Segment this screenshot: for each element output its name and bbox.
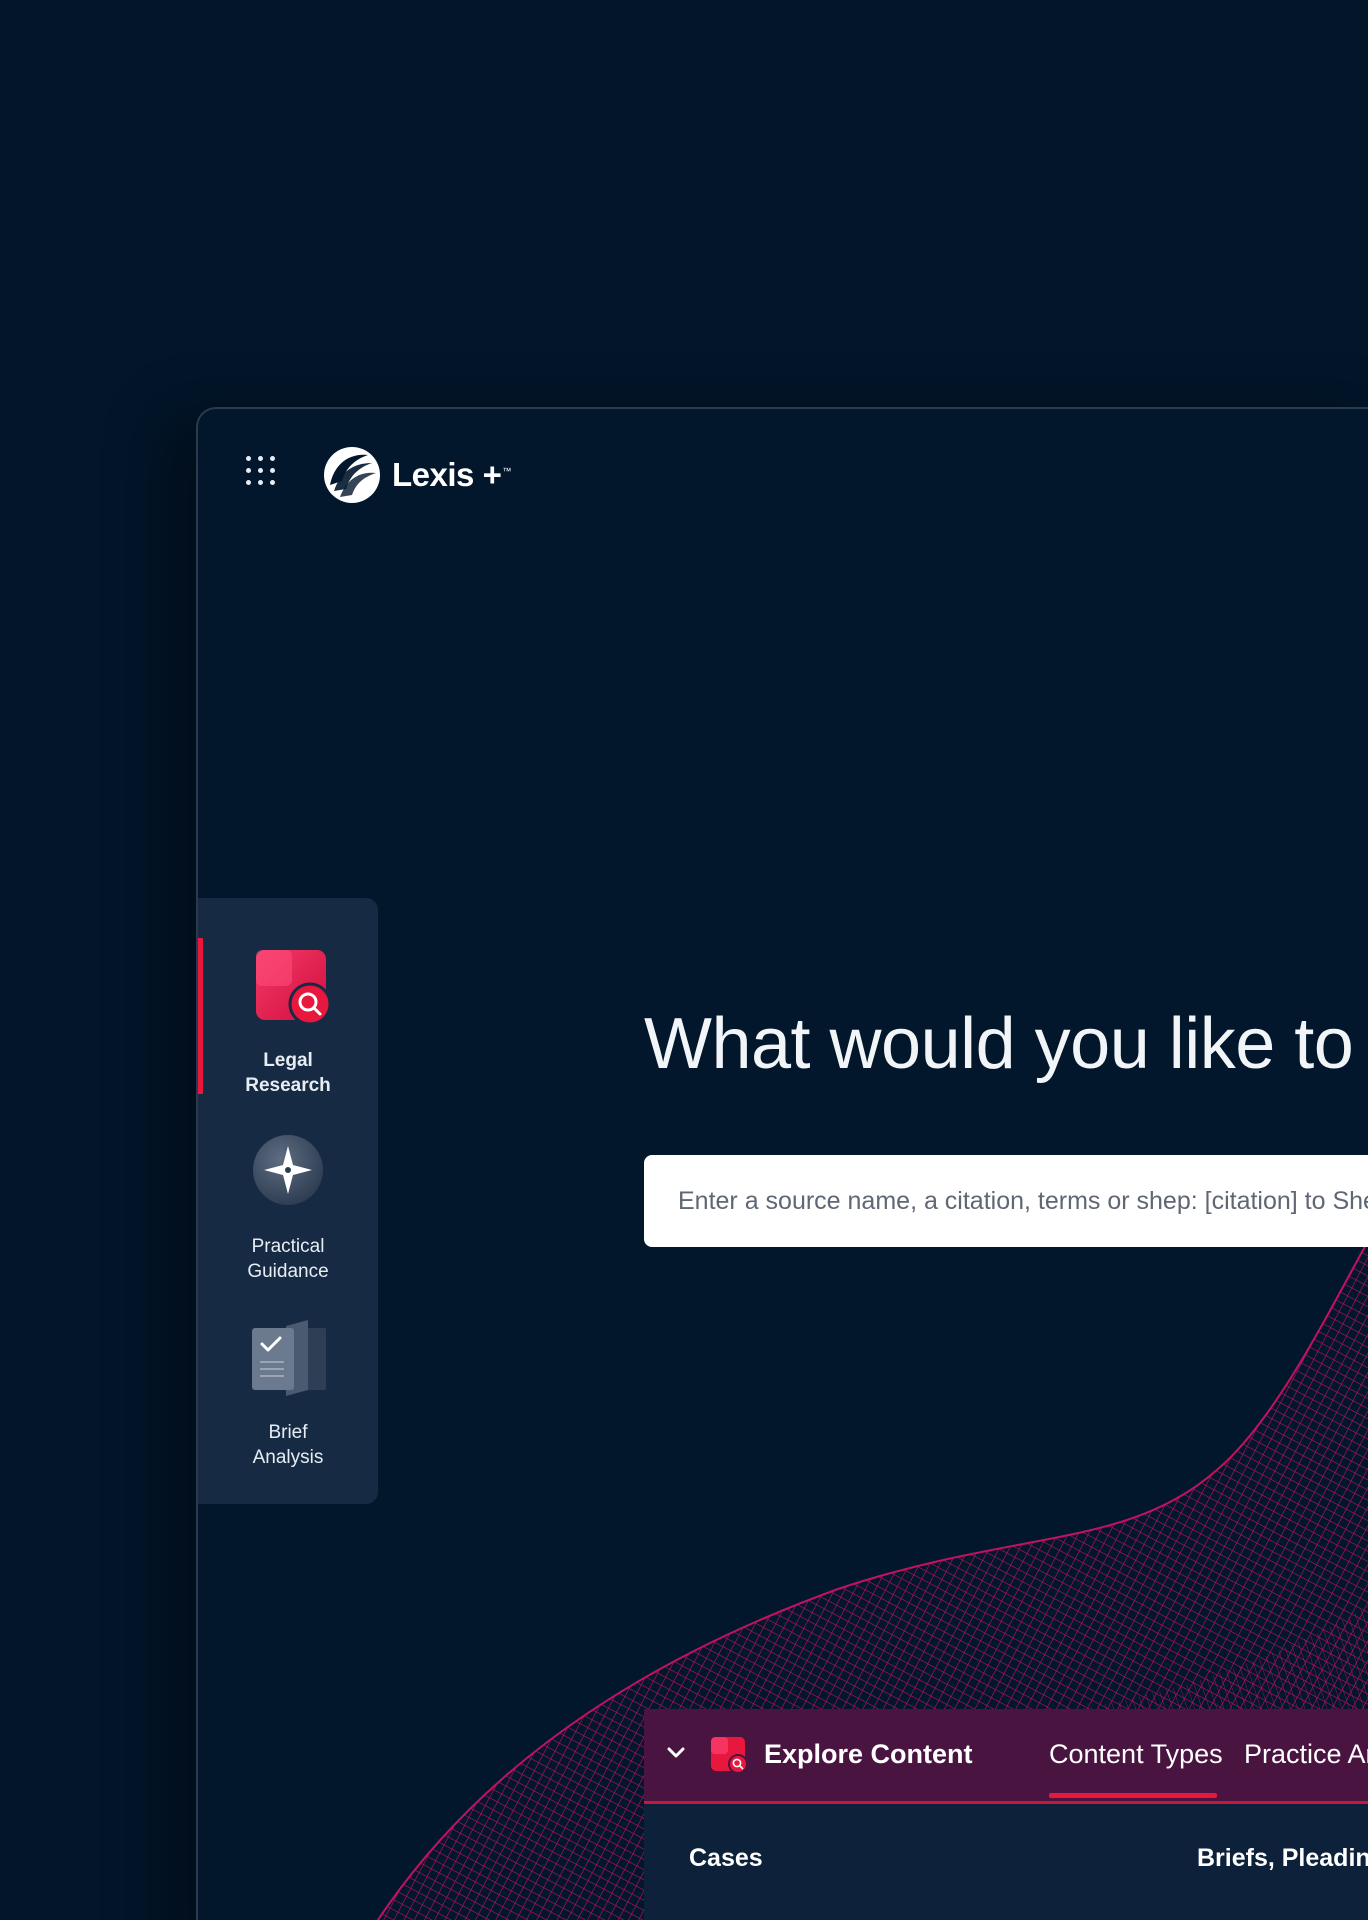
- tab-content-types[interactable]: Content Types: [1049, 1739, 1223, 1770]
- selected-tab-indicator: [1049, 1793, 1217, 1798]
- sidebar-item-practical-guidance[interactable]: Practical Guidance: [198, 1126, 378, 1296]
- compass-star-icon: [253, 1135, 323, 1205]
- chevron-down-icon[interactable]: [664, 1740, 688, 1764]
- page-headline: What would you like to research today?: [644, 1004, 1368, 1084]
- tab-practice-areas[interactable]: Practice Areas: [1244, 1739, 1368, 1770]
- app-grid-icon[interactable]: [246, 456, 276, 486]
- search-input[interactable]: [644, 1155, 1368, 1247]
- sidebar-label-legal-research: Legal Research: [245, 1050, 331, 1096]
- legal-research-icon: [256, 950, 330, 1024]
- lexis-plus-logo[interactable]: Lexis +™: [322, 443, 511, 507]
- search-box[interactable]: [644, 1155, 1368, 1247]
- top-bar: Lexis +™: [198, 409, 1368, 519]
- explore-link-briefs-pleadings[interactable]: Briefs, Pleadings and Motions: [1197, 1844, 1368, 1873]
- explore-content-panel: Cases Briefs, Pleadings and Motions: [644, 1804, 1368, 1920]
- sidebar-item-legal-research[interactable]: Legal Research: [198, 938, 378, 1108]
- page-background: Lexis +™ Legal Research Practical Guidan…: [0, 0, 1368, 1920]
- explore-content-title: Explore Content: [764, 1739, 973, 1769]
- explore-content-bar: Explore Content Content Types Practice A…: [644, 1709, 1368, 1804]
- explore-link-cases[interactable]: Cases: [689, 1844, 763, 1873]
- sidebar-item-brief-analysis[interactable]: Brief Analysis: [198, 1312, 378, 1482]
- lexis-logo-icon: [324, 447, 380, 503]
- brief-document-icon: [252, 1320, 326, 1396]
- sidebar-label-brief-analysis: Brief Analysis: [252, 1422, 324, 1468]
- sidebar-label-practical-guidance: Practical Guidance: [247, 1236, 329, 1282]
- legal-research-small-icon: [711, 1737, 748, 1774]
- app-window: Lexis +™ Legal Research Practical Guidan…: [196, 407, 1368, 1920]
- logo-wordmark: Lexis +™: [392, 456, 511, 493]
- product-sidebar: Legal Research Practical Guidance Brief …: [198, 898, 378, 1504]
